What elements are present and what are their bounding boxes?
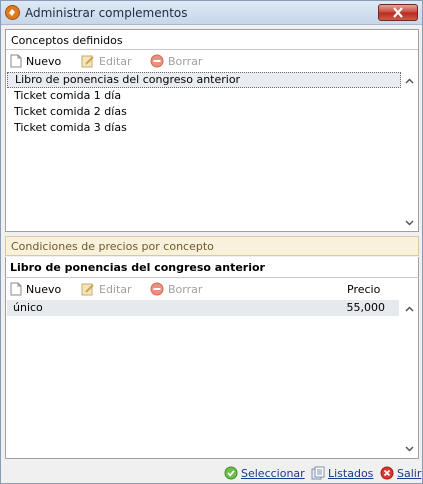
scroll-up-icon[interactable] — [401, 300, 418, 317]
conceptos-toolbar: Nuevo Editar Borrar — [6, 51, 418, 71]
delete-icon — [150, 282, 164, 296]
nuevo-precio-button[interactable]: Nuevo — [10, 279, 61, 299]
row-name: único — [13, 301, 43, 314]
list-item[interactable]: Ticket comida 2 días — [7, 104, 417, 120]
borrar-precio-button[interactable]: Borrar — [150, 279, 202, 299]
condiciones-header: Condiciones de precios por concepto — [5, 236, 419, 256]
check-icon — [224, 466, 238, 480]
new-document-icon — [10, 282, 22, 296]
editar-label: Editar — [99, 282, 132, 296]
editar-button[interactable]: Editar — [81, 51, 132, 71]
list-documents-icon — [311, 466, 325, 480]
delete-icon — [150, 54, 164, 68]
edit-icon — [81, 55, 94, 68]
close-button[interactable] — [378, 4, 418, 21]
list-item[interactable]: Ticket comida 3 días — [7, 120, 417, 136]
window: Administrar complementos Conceptos defin… — [0, 0, 423, 484]
row-price: 55,000 — [346, 301, 386, 314]
selected-concept-title: Libro de ponencias del congreso anterior — [5, 257, 419, 278]
conceptos-header: Conceptos definidos — [6, 30, 418, 50]
nuevo-button[interactable]: Nuevo — [10, 51, 61, 71]
listados-link[interactable]: Listados — [311, 465, 373, 481]
edit-icon — [81, 283, 94, 296]
editar-precio-button[interactable]: Editar — [81, 279, 132, 299]
precios-scrollbar[interactable] — [401, 300, 418, 457]
price-column-header: Precio — [347, 283, 381, 296]
seleccionar-label: Seleccionar — [241, 466, 305, 480]
editar-label: Editar — [99, 54, 132, 68]
title-bar[interactable]: Administrar complementos — [1, 1, 422, 25]
precios-toolbar: Nuevo Editar Borrar Precio — [6, 279, 418, 299]
seleccionar-link[interactable]: Seleccionar — [224, 465, 305, 481]
app-logo-icon — [5, 5, 20, 20]
table-row[interactable]: único 55,000 — [7, 300, 399, 316]
listados-label: Listados — [328, 466, 374, 480]
conceptos-list: Libro de ponencias del congreso anterior… — [7, 72, 417, 136]
conceptos-panel: Conceptos definidos Nuevo Editar Borrar … — [5, 29, 419, 232]
conceptos-scrollbar[interactable] — [401, 72, 418, 231]
close-icon — [393, 7, 403, 18]
scroll-up-icon[interactable] — [401, 72, 418, 89]
window-title: Administrar complementos — [25, 6, 188, 20]
list-item[interactable]: Ticket comida 1 día — [7, 88, 417, 104]
scroll-down-icon[interactable] — [401, 440, 418, 457]
precios-panel: Nuevo Editar Borrar Precio único 55,000 — [5, 278, 419, 459]
exit-icon — [380, 466, 394, 480]
scroll-down-icon[interactable] — [401, 214, 418, 231]
new-document-icon — [10, 54, 22, 68]
salir-label: Salir — [397, 466, 422, 480]
borrar-label: Borrar — [168, 282, 203, 296]
nuevo-label: Nuevo — [26, 282, 62, 296]
nuevo-label: Nuevo — [26, 54, 62, 68]
borrar-button[interactable]: Borrar — [150, 51, 202, 71]
list-item[interactable]: Libro de ponencias del congreso anterior — [7, 72, 401, 88]
borrar-label: Borrar — [168, 54, 203, 68]
salir-link[interactable]: Salir — [380, 465, 421, 481]
